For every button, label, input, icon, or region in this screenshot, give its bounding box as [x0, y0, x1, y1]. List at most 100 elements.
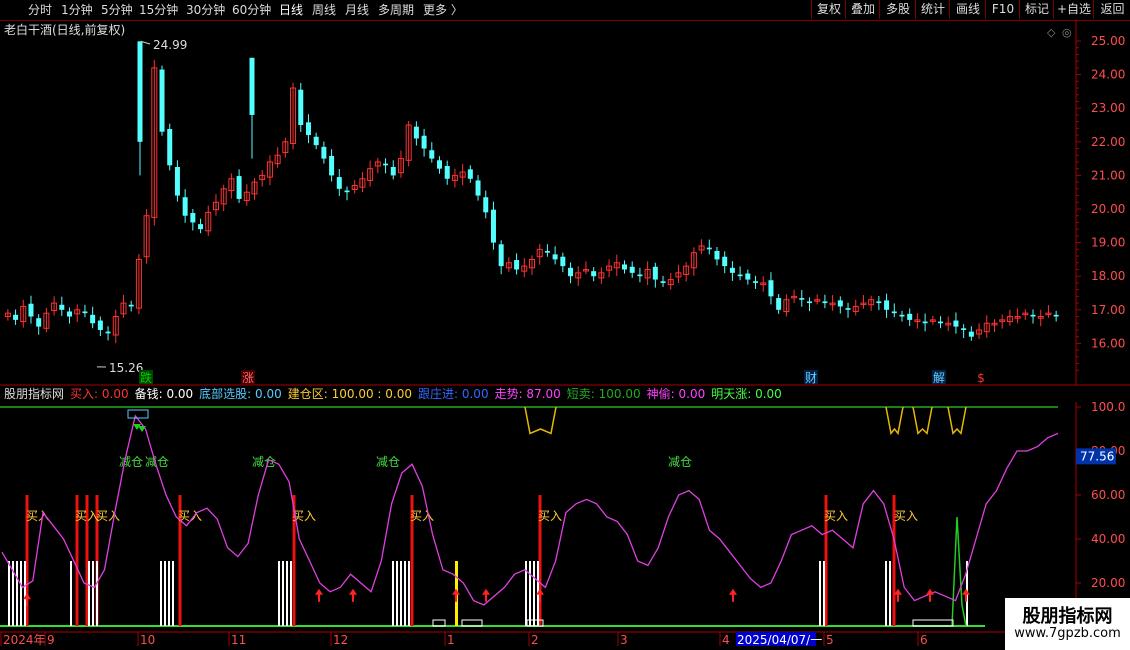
candle-body: [13, 314, 19, 320]
candle-body: [174, 167, 180, 196]
price-axis-label: 23.00: [1091, 101, 1125, 115]
ready-money-bar-8: [885, 561, 887, 626]
x-axis-label-6: 2: [531, 633, 539, 647]
candle-body: [344, 190, 350, 193]
x-axis-label-4: 12: [333, 633, 348, 647]
reduce-label-3: 减仓: [376, 455, 400, 469]
candle-body: [544, 251, 550, 253]
candle-body: [722, 256, 728, 267]
tomorrow-rise-spike: [951, 516, 967, 627]
candle-body: [475, 180, 481, 196]
second-peak-candle: [249, 57, 255, 115]
buy-arrow-head-3: [452, 588, 460, 595]
candle-body: [444, 165, 450, 179]
candle-body: [591, 271, 597, 277]
ready-money-bar-4: [278, 561, 280, 626]
ready-money-bar-6: [533, 561, 535, 626]
x-axis-label-0: 2024年: [3, 633, 46, 647]
candle-body: [67, 311, 73, 317]
ready-money-bar-0: [20, 561, 22, 626]
price-axis-label: 22.00: [1091, 135, 1125, 149]
candle-body: [321, 146, 327, 159]
candle-body: [498, 244, 504, 267]
candle-body: [822, 301, 828, 304]
ready-money-bar-2: [96, 561, 98, 626]
sell-box: [127, 409, 149, 419]
buy-arrow-head-6: [729, 588, 737, 595]
ind-axis-label: 40.00: [1091, 532, 1125, 546]
candle-body: [1030, 314, 1036, 317]
candle-body: [806, 301, 812, 304]
ready-money-bar-3: [164, 561, 166, 626]
candle-body: [884, 300, 890, 310]
ready-money-bar-4: [290, 561, 292, 626]
candle-body: [305, 122, 311, 136]
candle-body: [28, 303, 34, 317]
ready-money-bar-2: [92, 561, 94, 626]
candle-body: [336, 177, 342, 189]
x-axis-label-11: 6: [920, 633, 928, 647]
candle-body: [729, 267, 735, 273]
candle-body: [837, 300, 843, 307]
candle-body: [159, 69, 165, 132]
candle-body: [899, 314, 905, 317]
ind-axis-label: 100.0: [1091, 400, 1125, 414]
candle-body: [298, 89, 304, 125]
diamond-icon: ◇: [1047, 26, 1056, 39]
chart-canvas[interactable]: 25.00 24.00 23.00 22.00 21.00 20.00 19.00 18.00…: [0, 0, 1130, 650]
candle-body: [876, 301, 882, 304]
candle-body: [429, 150, 435, 159]
ready-money-bar-1: [70, 561, 72, 626]
ready-money-bar-0: [24, 561, 26, 626]
price-axis-label: 18.00: [1091, 269, 1125, 283]
candle-body: [776, 298, 782, 310]
buy-arrow-head-1: [315, 588, 323, 595]
x-axis-label-8: 4: [722, 633, 730, 647]
watermark-url: www.7gpzb.com: [1014, 626, 1121, 641]
candle-body: [329, 155, 335, 176]
ready-money-bar-5: [396, 561, 398, 626]
candle-body: [105, 331, 111, 334]
candle-body: [390, 167, 396, 176]
ready-money-bar-6: [529, 561, 531, 626]
current-value: 77.56: [1080, 449, 1114, 463]
candle-body: [413, 126, 419, 139]
peak-candle: [137, 41, 143, 142]
candle-body: [968, 331, 974, 337]
buy-label-5: 买入: [410, 509, 434, 523]
candle-body: [467, 169, 473, 179]
price-axis-label: 19.00: [1091, 236, 1125, 250]
candle-body: [652, 266, 658, 280]
buy-arrow-head-9: [962, 588, 970, 595]
candle-body: [182, 197, 188, 216]
watermark-title: 股朋指标网: [1022, 606, 1113, 627]
ready-money-bar-5: [408, 561, 410, 626]
price-axis-label: 25.00: [1091, 34, 1125, 48]
candle-body: [236, 176, 242, 199]
yellow-v-0: [524, 406, 557, 435]
candle-body: [629, 266, 635, 273]
candle-body: [637, 274, 643, 277]
event-marker-2: 财: [805, 371, 817, 385]
candle-body: [745, 273, 751, 280]
x-axis-label-9: 2025/04/07/一: [737, 633, 822, 647]
candle-body: [907, 313, 913, 320]
candle-body: [59, 304, 65, 310]
high-label: 24.99: [153, 38, 187, 52]
candle-body: [82, 311, 88, 314]
candle-body: [938, 321, 944, 324]
candle-body: [552, 254, 558, 260]
x-axis-label-2: 10: [140, 633, 155, 647]
candle-body: [490, 209, 496, 243]
candle-body: [706, 247, 712, 250]
candle-body: [768, 280, 774, 297]
candle-body: [560, 256, 566, 267]
price-axis-label: 17.00: [1091, 303, 1125, 317]
settings-dot-icon: ◎: [1062, 26, 1072, 39]
candle-body: [891, 311, 897, 314]
ind-axis-label: 60.00: [1091, 488, 1125, 502]
candle-body: [437, 160, 443, 169]
yellow-v-3: [947, 406, 967, 436]
ready-money-bar-5: [400, 561, 402, 626]
candle-body: [483, 197, 489, 213]
